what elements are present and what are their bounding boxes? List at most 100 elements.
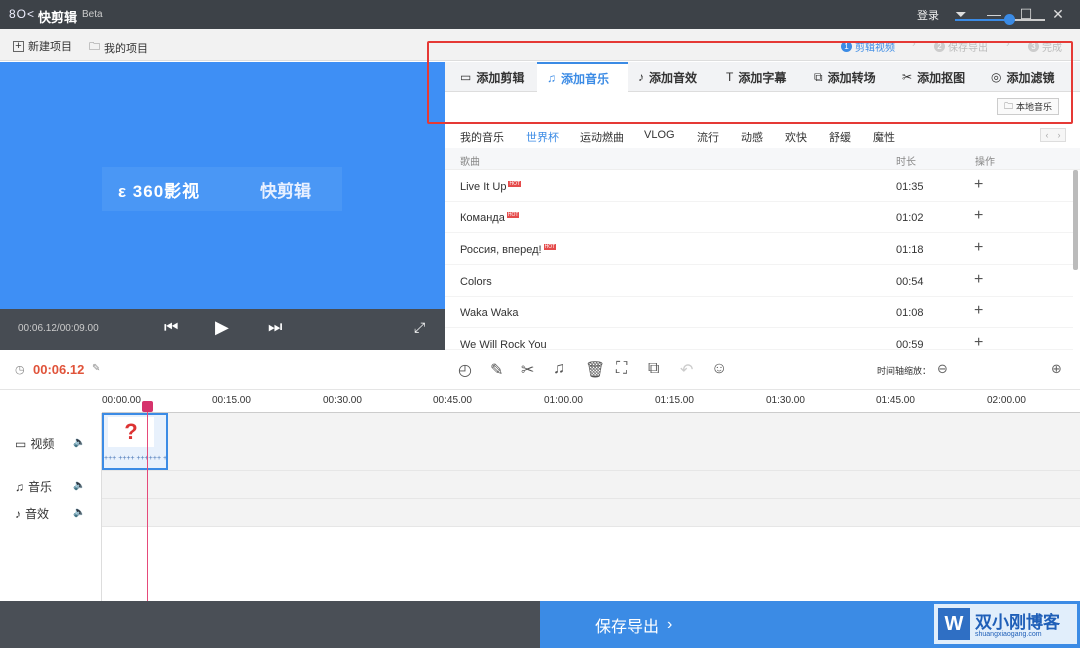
app-name: 快剪辑	[38, 10, 78, 25]
save-export-label: 保存导出	[595, 618, 660, 636]
add-icon[interactable]: +	[974, 271, 983, 289]
chevron-left-icon[interactable]: ‹	[1041, 129, 1053, 141]
hot-badge: HOT	[506, 212, 520, 218]
sticker-icon[interactable]: ☺	[711, 360, 727, 378]
copy-icon[interactable]: ⧉	[648, 360, 659, 378]
add-icon[interactable]: +	[974, 239, 983, 257]
watermark-logo: W	[938, 608, 970, 640]
minimize-icon[interactable]: —	[983, 4, 1005, 24]
category-quirky[interactable]: 魔性	[873, 129, 895, 145]
login-link[interactable]: 登录	[917, 7, 939, 23]
ruler-label: 00:30.00	[323, 395, 362, 406]
undo-icon[interactable]: ↶	[680, 360, 693, 380]
category-my-music[interactable]: 我的音乐	[460, 129, 504, 145]
speaker-icon[interactable]: 🔈	[73, 480, 85, 491]
song-duration: 01:02	[896, 212, 924, 224]
track-music-label: ♫ 音乐	[15, 478, 52, 495]
close-icon[interactable]: ✕	[1047, 4, 1069, 24]
category-vlog[interactable]: VLOG	[644, 129, 675, 141]
app-edition: Beta	[82, 9, 103, 20]
hot-badge: HOT	[543, 244, 557, 250]
track-sfx-label: ♪ 音效	[15, 505, 49, 522]
clock-icon: ◷	[15, 364, 25, 376]
list-item[interactable]: Россия, вперед! HOT 01:18 +	[445, 234, 1073, 265]
scissors-icon[interactable]: ✂	[521, 360, 534, 380]
preview-logo-right: 快剪辑	[260, 182, 311, 201]
track-video-label: ▭ 视频	[15, 435, 54, 452]
track-name: 音乐	[28, 480, 53, 494]
fullscreen-icon[interactable]: ⤢	[414, 319, 425, 336]
zoom-in-icon[interactable]: ⊕	[1051, 361, 1062, 377]
category-world-cup[interactable]: 世界杯	[526, 129, 559, 145]
watermark: W 双小刚博客 shuangxiaogang.com	[934, 604, 1077, 644]
song-duration: 00:59	[896, 339, 924, 350]
new-project-button[interactable]: + 新建项目	[13, 38, 72, 54]
speaker-icon[interactable]: 🔈	[73, 437, 85, 448]
header-song: 歌曲	[460, 157, 480, 168]
song-title: Waka Waka	[460, 307, 519, 319]
category-nav: ‹ ›	[1040, 128, 1066, 142]
preview-logo-left: ε 360影视	[118, 182, 201, 201]
new-project-label: 新建项目	[28, 41, 72, 53]
watermark-title: 双小刚博客	[975, 613, 1060, 632]
song-duration: 00:54	[896, 276, 924, 288]
previous-icon[interactable]: ⏮	[164, 319, 178, 337]
plus-box-icon: +	[13, 40, 24, 52]
highlight-box	[427, 41, 1073, 124]
list-item[interactable]: Команда HOT 01:02 +	[445, 202, 1073, 233]
video-clip[interactable]: ? +++ ++++ ++++++ ++++ ++++	[102, 413, 168, 470]
video-camera-icon: ▭	[15, 436, 27, 451]
song-list-scrollbar[interactable]	[1073, 170, 1078, 270]
sfx-track[interactable]	[102, 499, 1080, 527]
list-item[interactable]: Colors 00:54 +	[445, 266, 1073, 297]
song-duration: 01:08	[896, 307, 924, 319]
my-projects-button[interactable]: 🗀 我的项目	[89, 38, 148, 57]
category-pop[interactable]: 流行	[697, 129, 719, 145]
trash-icon[interactable]: 🗑	[585, 360, 605, 380]
zoom-slider-fill	[955, 19, 1009, 21]
video-track[interactable]	[102, 413, 1080, 471]
folder-icon: 🗀	[89, 41, 100, 53]
list-item[interactable]: Live It Up HOT 01:35 +	[445, 171, 1073, 202]
add-icon[interactable]: +	[974, 207, 983, 225]
zoom-slider-handle[interactable]	[1004, 14, 1015, 25]
playhead-handle[interactable]	[142, 401, 153, 412]
speed-icon[interactable]: ◴	[458, 360, 472, 380]
song-title: Команда HOT	[460, 212, 520, 224]
watermark-url: shuangxiaogang.com	[975, 631, 1042, 638]
clip-waveform: +++ ++++ ++++++ ++++ ++++	[104, 455, 166, 462]
add-icon[interactable]: +	[974, 334, 983, 349]
ruler-label: 02:00.00	[987, 395, 1026, 406]
next-icon[interactable]: ⏭	[268, 319, 282, 337]
category-cheerful[interactable]: 欢快	[785, 129, 807, 145]
song-title: Live It Up HOT	[460, 181, 522, 193]
zoom-out-icon[interactable]: ⊖	[937, 361, 948, 377]
song-list-header: 歌曲 时长 操作	[445, 148, 1080, 170]
edit-time-icon[interactable]: ✎	[92, 363, 100, 374]
ruler-label: 01:45.00	[876, 395, 915, 406]
category-dynamic[interactable]: 动感	[741, 129, 763, 145]
my-projects-label: 我的项目	[104, 42, 148, 55]
maximize-icon[interactable]: ☐	[1015, 4, 1037, 24]
add-icon[interactable]: +	[974, 302, 983, 320]
category-soothing[interactable]: 舒缓	[829, 129, 851, 145]
add-icon[interactable]: +	[974, 176, 983, 194]
header-action: 操作	[975, 157, 995, 168]
app-logo: 8O<	[9, 7, 36, 21]
video-preview	[0, 62, 445, 309]
music-icon: ♫	[15, 479, 24, 494]
ruler-label: 01:15.00	[655, 395, 694, 406]
chevron-right-icon[interactable]: ›	[1053, 129, 1065, 141]
list-item[interactable]: We Will Rock You 00:59 +	[445, 329, 1073, 350]
pencil-icon[interactable]: ✎	[490, 360, 503, 380]
menu-dropdown-icon[interactable]: ⏷	[950, 4, 972, 24]
music-track[interactable]	[102, 471, 1080, 499]
bell-icon[interactable]: ♫	[553, 360, 565, 378]
play-icon[interactable]: ▶	[215, 317, 229, 338]
crop-icon[interactable]: ⛶	[616, 360, 627, 378]
category-sports[interactable]: 运动燃曲	[580, 129, 624, 145]
header-duration: 时长	[896, 157, 916, 168]
track-name: 音效	[25, 507, 50, 521]
speaker-icon[interactable]: 🔈	[73, 507, 85, 518]
list-item[interactable]: Waka Waka 01:08 +	[445, 297, 1073, 328]
